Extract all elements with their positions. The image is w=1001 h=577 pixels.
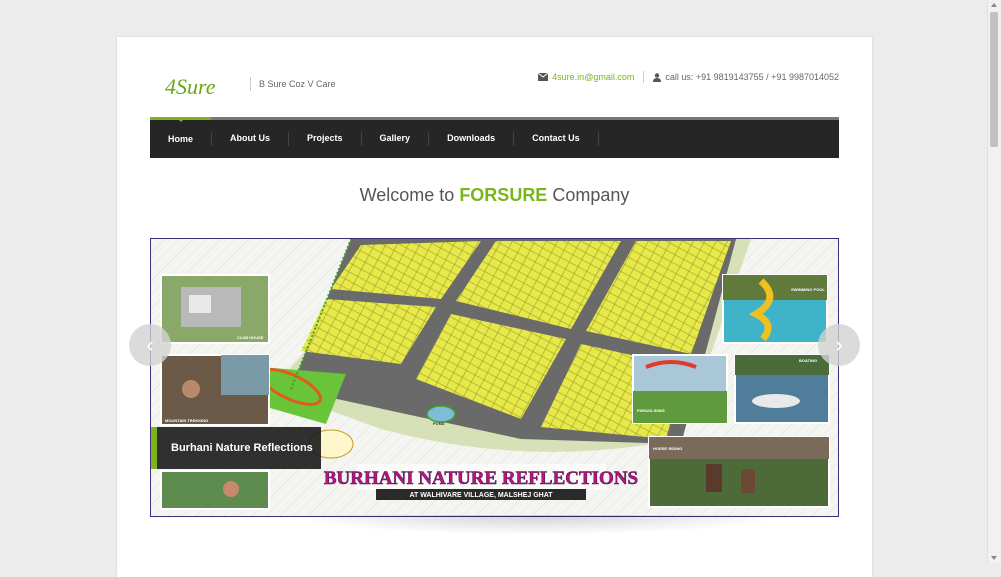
welcome-heading: Welcome to FORSURE Company	[117, 185, 872, 206]
image-slider[interactable]: POND CLUB HOUSE MOUNTAIN TREKKING SWIMMI…	[150, 238, 839, 517]
site-logo[interactable]: 4Sure	[165, 70, 235, 102]
envelope-icon	[538, 73, 549, 81]
nav-projects[interactable]: Projects	[289, 120, 361, 158]
welcome-brand: FORSURE	[459, 185, 548, 205]
banner-subtitle: AT WALHIVARE VILLAGE, MALSHEJ GHAT	[409, 492, 553, 499]
slide-caption: Burhani Nature Reflections	[151, 427, 321, 469]
logo-digit: 4Sure	[165, 74, 216, 99]
thumb-label-mountain-trekking: MOUNTAIN TREKKING	[165, 418, 208, 423]
nav-gallery[interactable]: Gallery	[362, 120, 429, 158]
thumb-label-swimming-pool: SWIMMING POOL	[791, 287, 825, 292]
phone-text: call us: +91 9819143755 / +91 9987014052	[665, 72, 839, 82]
slider-prev-button[interactable]: ‹	[129, 324, 171, 366]
main-navigation: Home About Us Projects Gallery Downloads…	[150, 117, 839, 158]
chevron-left-icon: ‹	[146, 332, 154, 357]
browser-scrollbar[interactable]	[987, 0, 1001, 563]
site-tagline: B Sure Coz V Care	[250, 77, 336, 91]
scroll-up-arrow-icon[interactable]	[991, 3, 997, 7]
nav-downloads[interactable]: Downloads	[429, 120, 513, 158]
thumb-label-paragliding: PARAGLIDING	[637, 408, 665, 413]
banner-title: BURHANI NATURE REFLECTIONS	[324, 468, 638, 489]
slide-image: POND CLUB HOUSE MOUNTAIN TREKKING SWIMMI…	[151, 239, 838, 516]
page-container: 4Sure B Sure Coz V Care 4sure.in@gmail.c…	[117, 37, 872, 577]
nav-divider	[597, 132, 599, 146]
nav-home[interactable]: Home	[150, 117, 212, 158]
slider-shadow	[287, 515, 787, 535]
nav-contact-us[interactable]: Contact Us	[514, 120, 598, 158]
pond-label: POND	[433, 421, 445, 426]
thumb-label-boating: BOATING	[799, 358, 817, 363]
thumb-label-club-house: CLUB HOUSE	[237, 335, 264, 340]
scroll-down-arrow-icon[interactable]	[991, 556, 997, 560]
thumb-label-horse-riding: HORSE RIDING	[653, 446, 682, 451]
contact-info: 4sure.in@gmail.com call us: +91 98191437…	[538, 71, 839, 83]
chevron-right-icon: ›	[835, 332, 843, 357]
contact-divider	[643, 71, 645, 83]
welcome-suffix: Company	[547, 185, 630, 205]
email-link[interactable]: 4sure.in@gmail.com	[552, 72, 634, 82]
slider-next-button[interactable]: ›	[818, 324, 860, 366]
nav-about-us[interactable]: About Us	[212, 120, 288, 158]
user-icon	[653, 72, 662, 82]
welcome-prefix: Welcome to	[359, 185, 460, 205]
scroll-thumb[interactable]	[990, 12, 998, 147]
